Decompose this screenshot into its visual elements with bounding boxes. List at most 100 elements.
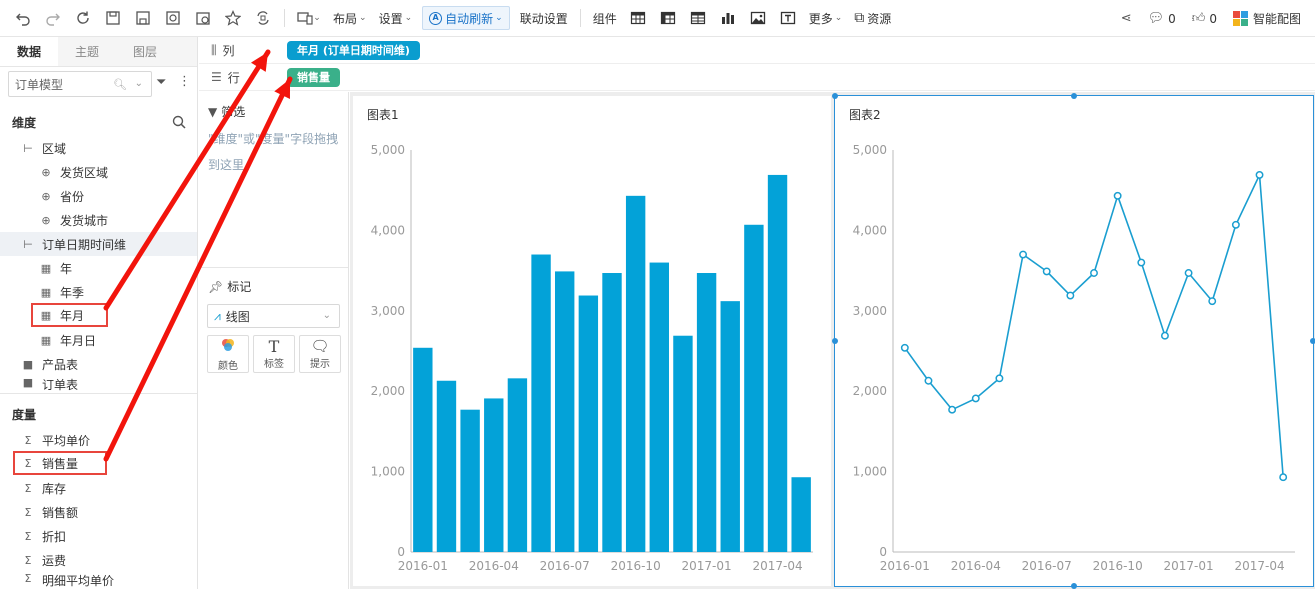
filter-icon[interactable]: ⏷: [156, 75, 166, 90]
folder-icon: ■: [22, 376, 34, 389]
search-icon[interactable]: [172, 115, 186, 132]
data-point: [1184, 269, 1193, 277]
label-button[interactable]: T 标签: [253, 335, 295, 373]
resize-handle[interactable]: [1071, 583, 1077, 589]
resources-button[interactable]: ⧉ 资源: [848, 6, 897, 30]
resize-handle[interactable]: [832, 93, 838, 99]
schedule-icon[interactable]: [188, 3, 218, 33]
data-point: [948, 405, 957, 414]
mark-type-select[interactable]: ⩘ 线图 ⌄: [207, 304, 340, 328]
resize-handle[interactable]: [1310, 338, 1315, 344]
dimension-group-order[interactable]: ■ 订单表: [20, 376, 78, 392]
like-button[interactable]: 👍︎ 0: [1184, 7, 1225, 31]
field-label: 明细平均单价: [42, 574, 115, 588]
table-icon[interactable]: [623, 3, 653, 33]
mark-type-value: 线图: [225, 309, 250, 324]
globe-icon: ⊕: [41, 165, 51, 179]
toolbar-divider: [579, 9, 581, 27]
row-pill[interactable]: 销售量: [287, 67, 340, 87]
dimension-item[interactable]: ▦ 年月日: [38, 328, 96, 352]
filter-drop-hint[interactable]: "维度"或"度量"字段拖拽到这里: [208, 126, 340, 178]
link-settings-button[interactable]: 联动设置: [514, 6, 574, 30]
bar: [578, 295, 599, 552]
auto-refresh-icon: A: [429, 11, 443, 25]
dimension-item[interactable]: ⊕ 省份: [38, 184, 84, 208]
comment-button[interactable]: 💬︎ 0: [1140, 7, 1184, 31]
columns-icon: ⫼: [211, 42, 217, 57]
data-point: [900, 343, 909, 352]
layout-label: 布局: [333, 11, 358, 26]
bar: [555, 271, 575, 552]
column-pill[interactable]: 年月 (订单日期时间维): [287, 40, 420, 60]
text-box-icon[interactable]: [773, 3, 803, 33]
image-icon[interactable]: [743, 3, 773, 33]
hierarchy-icon: ⊢: [23, 141, 33, 155]
dimension-item[interactable]: ▦ 年: [38, 256, 72, 280]
dimension-item[interactable]: ▦ 年季: [38, 280, 84, 304]
measure-item[interactable]: Σ 销售额: [20, 500, 79, 524]
save-icon[interactable]: [98, 3, 128, 33]
measure-item[interactable]: Σ 运费: [20, 548, 67, 572]
toolbar: ⌄ 布局 ⌄ 设置 ⌄ A 自动刷新 ⌄ 联动设置 组件 更多 ⌄ ⧉ 资源 ⋖ 💬︎ 0 …: [0, 0, 1315, 37]
chart-card-2[interactable]: 图表2 0 1,000 2,000 3,000 4,000 5,000 2016-01 201…: [832, 93, 1315, 589]
tooltip-button[interactable]: 🗨︎ 提示: [299, 335, 341, 373]
settings-menu[interactable]: 设置 ⌄: [373, 6, 419, 30]
tab-layers[interactable]: 图层: [116, 37, 174, 66]
data-point: [1279, 473, 1288, 482]
calendar-icon: ▦: [40, 308, 52, 322]
y-tick-label: 5,000: [371, 143, 405, 157]
columns-shelf[interactable]: ⫼ 列 年月 (订单日期时间维): [199, 37, 1315, 64]
resize-handle[interactable]: [832, 338, 838, 344]
dimension-item[interactable]: ⊕ 发货城市: [38, 208, 108, 232]
share-button[interactable]: ⋖: [1113, 7, 1140, 31]
y-tick-label: 4,000: [853, 223, 887, 237]
measure-item[interactable]: Σ 平均单价: [20, 428, 91, 452]
dimension-group-product[interactable]: ■ 产品表: [20, 352, 78, 376]
redo-icon[interactable]: [38, 3, 68, 33]
crosstab-icon[interactable]: [653, 3, 683, 33]
measure-item[interactable]: Σ 折扣: [20, 524, 67, 548]
chart-card-1[interactable]: 图表1 0 1,000 2,000 3,000 4,000 5,000 2016-01 201…: [353, 96, 831, 586]
dimension-group-order-date[interactable]: ⊢ 订单日期时间维: [0, 232, 197, 256]
bar: [791, 477, 811, 552]
field-label: 区域: [42, 141, 67, 156]
sync-icon[interactable]: [248, 3, 278, 33]
more-menu[interactable]: 更多 ⌄: [803, 6, 849, 30]
chevron-down-icon: ⌄: [404, 13, 413, 23]
measure-item-sales-volume[interactable]: Σ 销售量: [13, 451, 107, 475]
model-select[interactable]: 订单模型 🔍︎ ⌄: [8, 71, 152, 97]
detail-table-icon[interactable]: [683, 3, 713, 33]
color-button[interactable]: 颜色: [207, 335, 249, 373]
save-as-icon[interactable]: [128, 3, 158, 33]
bar-chart-icon[interactable]: [713, 3, 743, 33]
dimension-item-year-month[interactable]: ▦ 年月: [31, 303, 108, 327]
refresh-icon[interactable]: [68, 3, 98, 33]
star-icon[interactable]: [218, 3, 248, 33]
more-vertical-icon[interactable]: ⋮: [178, 74, 191, 89]
field-label: 省份: [60, 189, 85, 204]
device-icon[interactable]: ⌄: [291, 3, 327, 33]
x-tick-label: 2017-04: [1234, 559, 1284, 573]
marks-section-title: 📌︎ 标记: [208, 278, 251, 295]
hierarchy-icon: ⊢: [23, 237, 33, 251]
columns-label-text: 列: [222, 43, 235, 58]
funnel-icon: ▼: [208, 104, 218, 119]
smart-chart-button[interactable]: 智能配图: [1225, 7, 1309, 31]
bar-chart: 0 1,000 2,000 3,000 4,000 5,000 2016-01 2016-04…: [371, 143, 813, 573]
auto-refresh-button[interactable]: A 自动刷新 ⌄: [422, 6, 510, 30]
x-tick-label: 2016-04: [951, 559, 1001, 573]
measure-item[interactable]: Σ 库存: [20, 476, 67, 500]
measure-item[interactable]: Σ 明细平均单价: [20, 572, 115, 588]
layout-menu[interactable]: 布局 ⌄: [327, 6, 373, 30]
dimension-group-region[interactable]: ⊢ 区域: [20, 136, 66, 160]
preview-icon[interactable]: [158, 3, 188, 33]
rows-shelf[interactable]: ☰ 行 销售量: [199, 64, 1315, 91]
undo-icon[interactable]: [8, 3, 38, 33]
resize-handle[interactable]: [1071, 93, 1077, 99]
data-point: [995, 374, 1004, 383]
tab-data[interactable]: 数据: [0, 37, 58, 66]
rows-shelf-label: ☰ 行: [199, 69, 279, 86]
tab-theme[interactable]: 主题: [58, 37, 116, 66]
data-point: [1208, 297, 1217, 306]
dimension-item[interactable]: ⊕ 发货区域: [38, 160, 108, 184]
